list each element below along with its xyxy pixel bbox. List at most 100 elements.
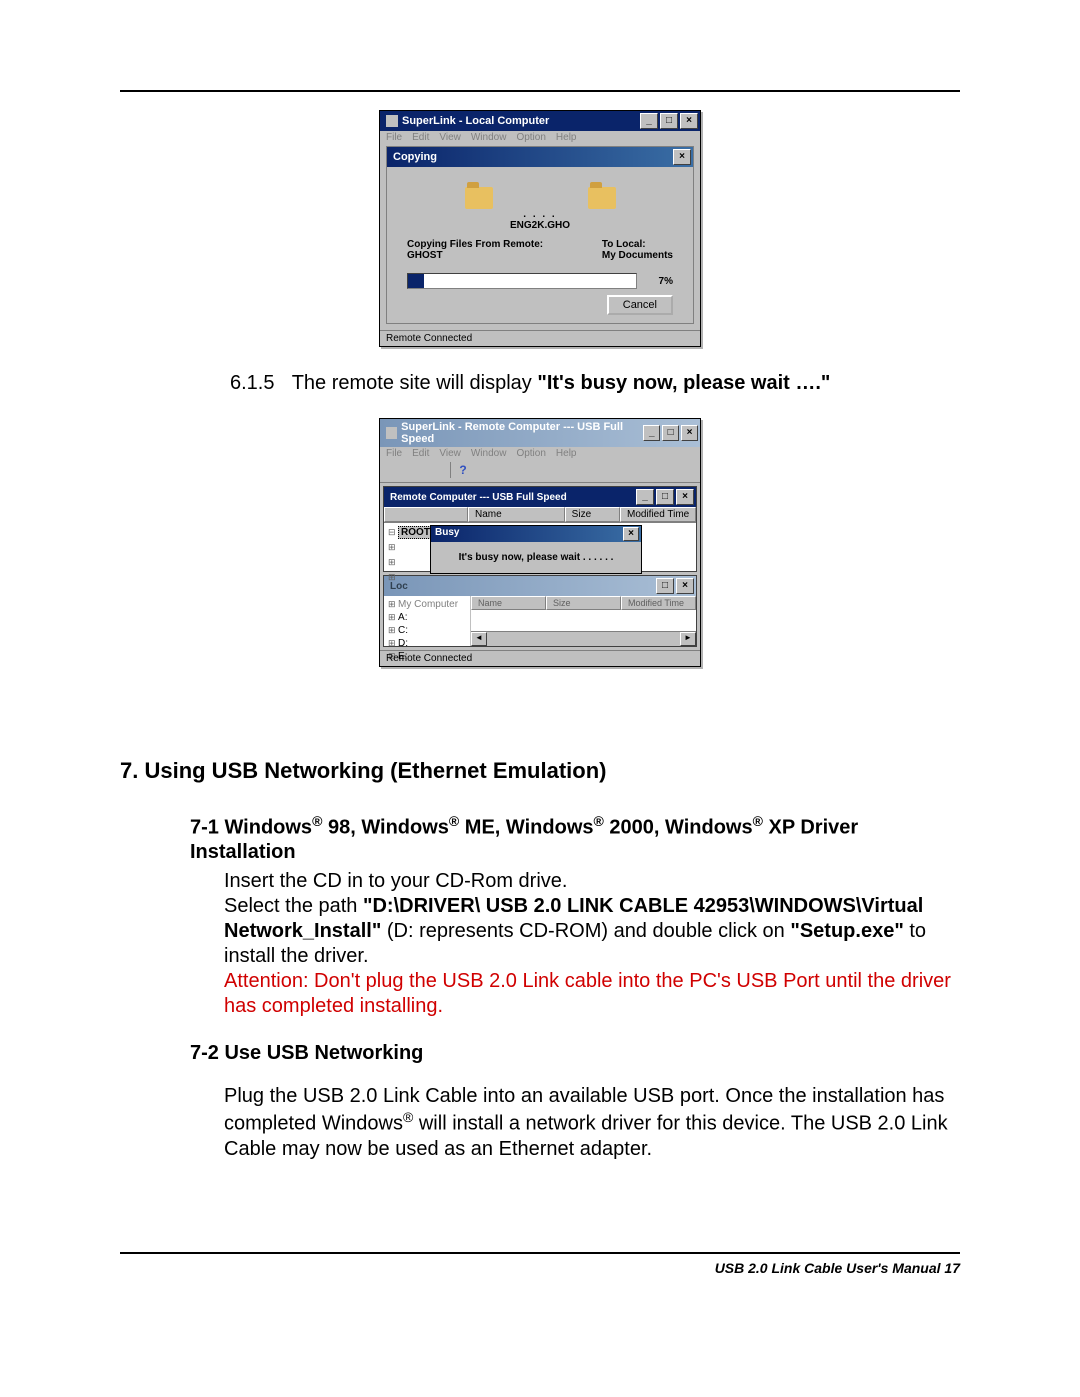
progress-row: 7%	[397, 265, 683, 295]
menu-edit[interactable]: Edit	[412, 132, 429, 143]
page-footer: USB 2.0 Link Cable User's Manual 17	[120, 1260, 960, 1276]
col-mtime[interactable]: Modified Time	[620, 507, 696, 522]
close-button[interactable]: ×	[681, 425, 698, 441]
menu-help[interactable]: Help	[556, 132, 577, 143]
detail-headers: Name Size Modified Time	[471, 596, 696, 610]
dialog-title-bar: Copying ×	[387, 147, 693, 167]
p72: Plug the USB 2.0 Link Cable into an avai…	[224, 1084, 960, 1162]
dialog-title: Copying	[393, 151, 437, 163]
from-label: Copying Files From Remote:	[407, 239, 543, 250]
menu-view[interactable]: View	[439, 448, 461, 459]
pane-close-button[interactable]: ×	[676, 578, 694, 594]
dialog-body: . . . . ENG2K.GHO Copying Files From Rem…	[387, 167, 693, 323]
h71-d: 2000, Windows	[609, 816, 752, 838]
scroll-right-icon[interactable]: ►	[680, 632, 696, 646]
tool-icon[interactable]	[475, 462, 495, 480]
window-title: SuperLink - Remote Computer --- USB Full…	[401, 421, 641, 445]
menu-file[interactable]: File	[386, 448, 402, 459]
folder-source-icon	[465, 187, 493, 209]
local-pane-body: My Computer A: C: D: E: Name Size Modifi…	[384, 596, 696, 646]
menu-file[interactable]: File	[386, 132, 402, 143]
pane-max-button[interactable]: □	[656, 489, 674, 505]
dialog-close-button[interactable]: ×	[673, 149, 691, 165]
h71-b: 98, Windows	[328, 816, 449, 838]
progress-bar	[407, 273, 637, 289]
copy-icon[interactable]	[406, 462, 426, 480]
h71-c: ME, Windows	[465, 816, 594, 838]
window-title: SuperLink - Local Computer	[402, 115, 549, 127]
folder-dest-icon	[588, 187, 616, 209]
toolbar: ?	[380, 460, 700, 483]
scroll-left-icon[interactable]: ◄	[471, 632, 487, 646]
h71-num: 7-1	[190, 816, 224, 838]
reg-icon: ®	[594, 813, 604, 829]
busy-close-button[interactable]: ×	[623, 527, 639, 541]
copy-columns: Copying Files From Remote: GHOST To Loca…	[397, 231, 683, 265]
folder-tree[interactable]: ROOT	[388, 525, 433, 585]
drive-tree[interactable]: My Computer A: C: D: E:	[384, 596, 471, 646]
status-text: Remote Connected	[386, 653, 694, 664]
menu-edit[interactable]: Edit	[412, 448, 429, 459]
heading-7: 7. Using USB Networking (Ethernet Emulat…	[120, 757, 960, 785]
copying-filename: ENG2K.GHO	[397, 220, 683, 231]
p71-2a: Select the path	[224, 895, 363, 917]
drive-d[interactable]: D:	[388, 637, 466, 650]
p71-2c: (D: represents CD-ROM) and double click …	[387, 920, 790, 942]
to-label: To Local:	[602, 239, 673, 250]
tree-root[interactable]: ROOT	[398, 526, 433, 539]
close-button[interactable]: ×	[680, 113, 698, 129]
minimize-button[interactable]: _	[643, 425, 660, 441]
pane-body: ROOT Busy × It's busy now, please wait .…	[384, 523, 696, 571]
cut-icon[interactable]	[384, 462, 404, 480]
maximize-button[interactable]: □	[660, 113, 678, 129]
busy-message: It's busy now, please wait . . . . . .	[431, 542, 641, 573]
top-rule	[120, 90, 960, 92]
menu-window[interactable]: Window	[471, 448, 507, 459]
col-size[interactable]: Size	[565, 507, 620, 522]
reg-icon: ®	[403, 1109, 413, 1125]
local-pane: Loc □ × My Computer A: C: D: E:	[383, 575, 697, 647]
paste-icon[interactable]	[428, 462, 448, 480]
help-icon[interactable]: ?	[453, 462, 473, 480]
maximize-button[interactable]: □	[662, 425, 679, 441]
status-bar: Remote Connected	[380, 650, 700, 666]
drive-c[interactable]: C:	[388, 624, 466, 637]
section-number: 6.1.5	[230, 372, 274, 394]
detail-area: Name Size Modified Time ◄ ►	[471, 596, 696, 646]
figure-1-wrap: SuperLink - Local Computer _ □ × File Ed…	[120, 110, 960, 347]
heading-7-1: 7-1 Windows® 98, Windows® ME, Windows® 2…	[190, 813, 960, 866]
status-bar: Remote Connected	[380, 330, 700, 346]
reg-icon: ®	[753, 813, 763, 829]
transfer-icons	[397, 179, 683, 209]
pane-max-button[interactable]: □	[656, 578, 674, 594]
d-col-name[interactable]: Name	[471, 596, 546, 610]
reg-icon: ®	[449, 813, 459, 829]
title-bar: SuperLink - Local Computer _ □ ×	[380, 111, 700, 131]
remote-pane: Remote Computer --- USB Full Speed _ □ ×…	[383, 486, 697, 572]
copying-window: SuperLink - Local Computer _ □ × File Ed…	[379, 110, 701, 347]
menu-help[interactable]: Help	[556, 448, 577, 459]
minimize-button[interactable]: _	[640, 113, 658, 129]
menu-window[interactable]: Window	[471, 132, 507, 143]
pane-min-button[interactable]: _	[636, 489, 654, 505]
pane-close-button[interactable]: ×	[676, 489, 694, 505]
d-col-size[interactable]: Size	[546, 596, 621, 610]
title-bar: SuperLink - Remote Computer --- USB Full…	[380, 419, 700, 447]
status-text: Remote Connected	[386, 333, 694, 344]
copying-dialog: Copying × . . . . ENG2K.GHO Copying File…	[386, 146, 694, 324]
column-headers: Name Size Modified Time	[384, 507, 696, 523]
drive-a[interactable]: A:	[388, 611, 466, 624]
cancel-button[interactable]: Cancel	[607, 295, 673, 315]
menu-option[interactable]: Option	[516, 132, 545, 143]
busy-title-bar: Busy ×	[431, 526, 641, 542]
busy-dialog: Busy × It's busy now, please wait . . . …	[430, 525, 642, 574]
horizontal-scrollbar[interactable]: ◄ ►	[471, 631, 696, 646]
menu-option[interactable]: Option	[516, 448, 545, 459]
pane-title: Remote Computer --- USB Full Speed	[390, 492, 567, 503]
para-text-quote: "It's busy now, please wait …."	[537, 372, 830, 394]
document-page: SuperLink - Local Computer _ □ × File Ed…	[0, 0, 1080, 1306]
col-name[interactable]: Name	[468, 507, 565, 522]
menu-view[interactable]: View	[439, 132, 461, 143]
bottom-rule	[120, 1252, 960, 1254]
d-col-mtime[interactable]: Modified Time	[621, 596, 696, 610]
